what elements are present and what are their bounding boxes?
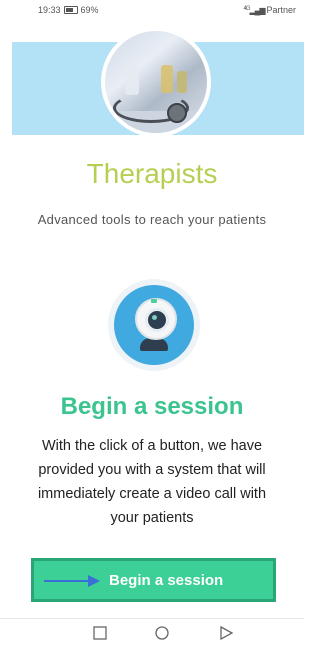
begin-session-label: Begin a session xyxy=(109,572,224,589)
photo-bottle xyxy=(177,71,187,93)
section-title: Begin a session xyxy=(60,393,244,420)
square-icon[interactable] xyxy=(92,626,108,640)
status-carrier: Partner xyxy=(266,5,296,15)
photo-bottle xyxy=(125,61,139,95)
status-left: 19:33 69% xyxy=(38,5,99,15)
status-battery: 69% xyxy=(80,5,99,15)
status-bar: 19:33 69% 4G▂▄▆ Partner xyxy=(0,0,304,22)
page-title: Therapists xyxy=(86,158,218,189)
triangle-icon[interactable] xyxy=(218,626,234,640)
stethoscope-head-icon xyxy=(167,103,187,123)
system-nav-bar xyxy=(0,618,304,647)
status-right: 4G▂▄▆ Partner xyxy=(243,5,296,15)
page-subtitle: Advanced tools to reach your patients xyxy=(37,212,267,227)
arrow-right-icon xyxy=(44,575,100,587)
begin-session-button[interactable]: Begin a session xyxy=(31,558,276,602)
circle-icon[interactable] xyxy=(154,626,170,640)
webcam-lens xyxy=(145,308,169,332)
photo-bottle xyxy=(161,65,173,93)
medical-photo-icon xyxy=(101,27,211,137)
battery-icon xyxy=(63,6,78,14)
webcam-led xyxy=(151,299,157,303)
status-time: 19:33 xyxy=(38,5,61,15)
signal-icon: 4G▂▄▆ xyxy=(243,5,265,15)
section-description: With the click of a button, we have prov… xyxy=(37,438,267,526)
network-type: 4G xyxy=(243,5,250,12)
